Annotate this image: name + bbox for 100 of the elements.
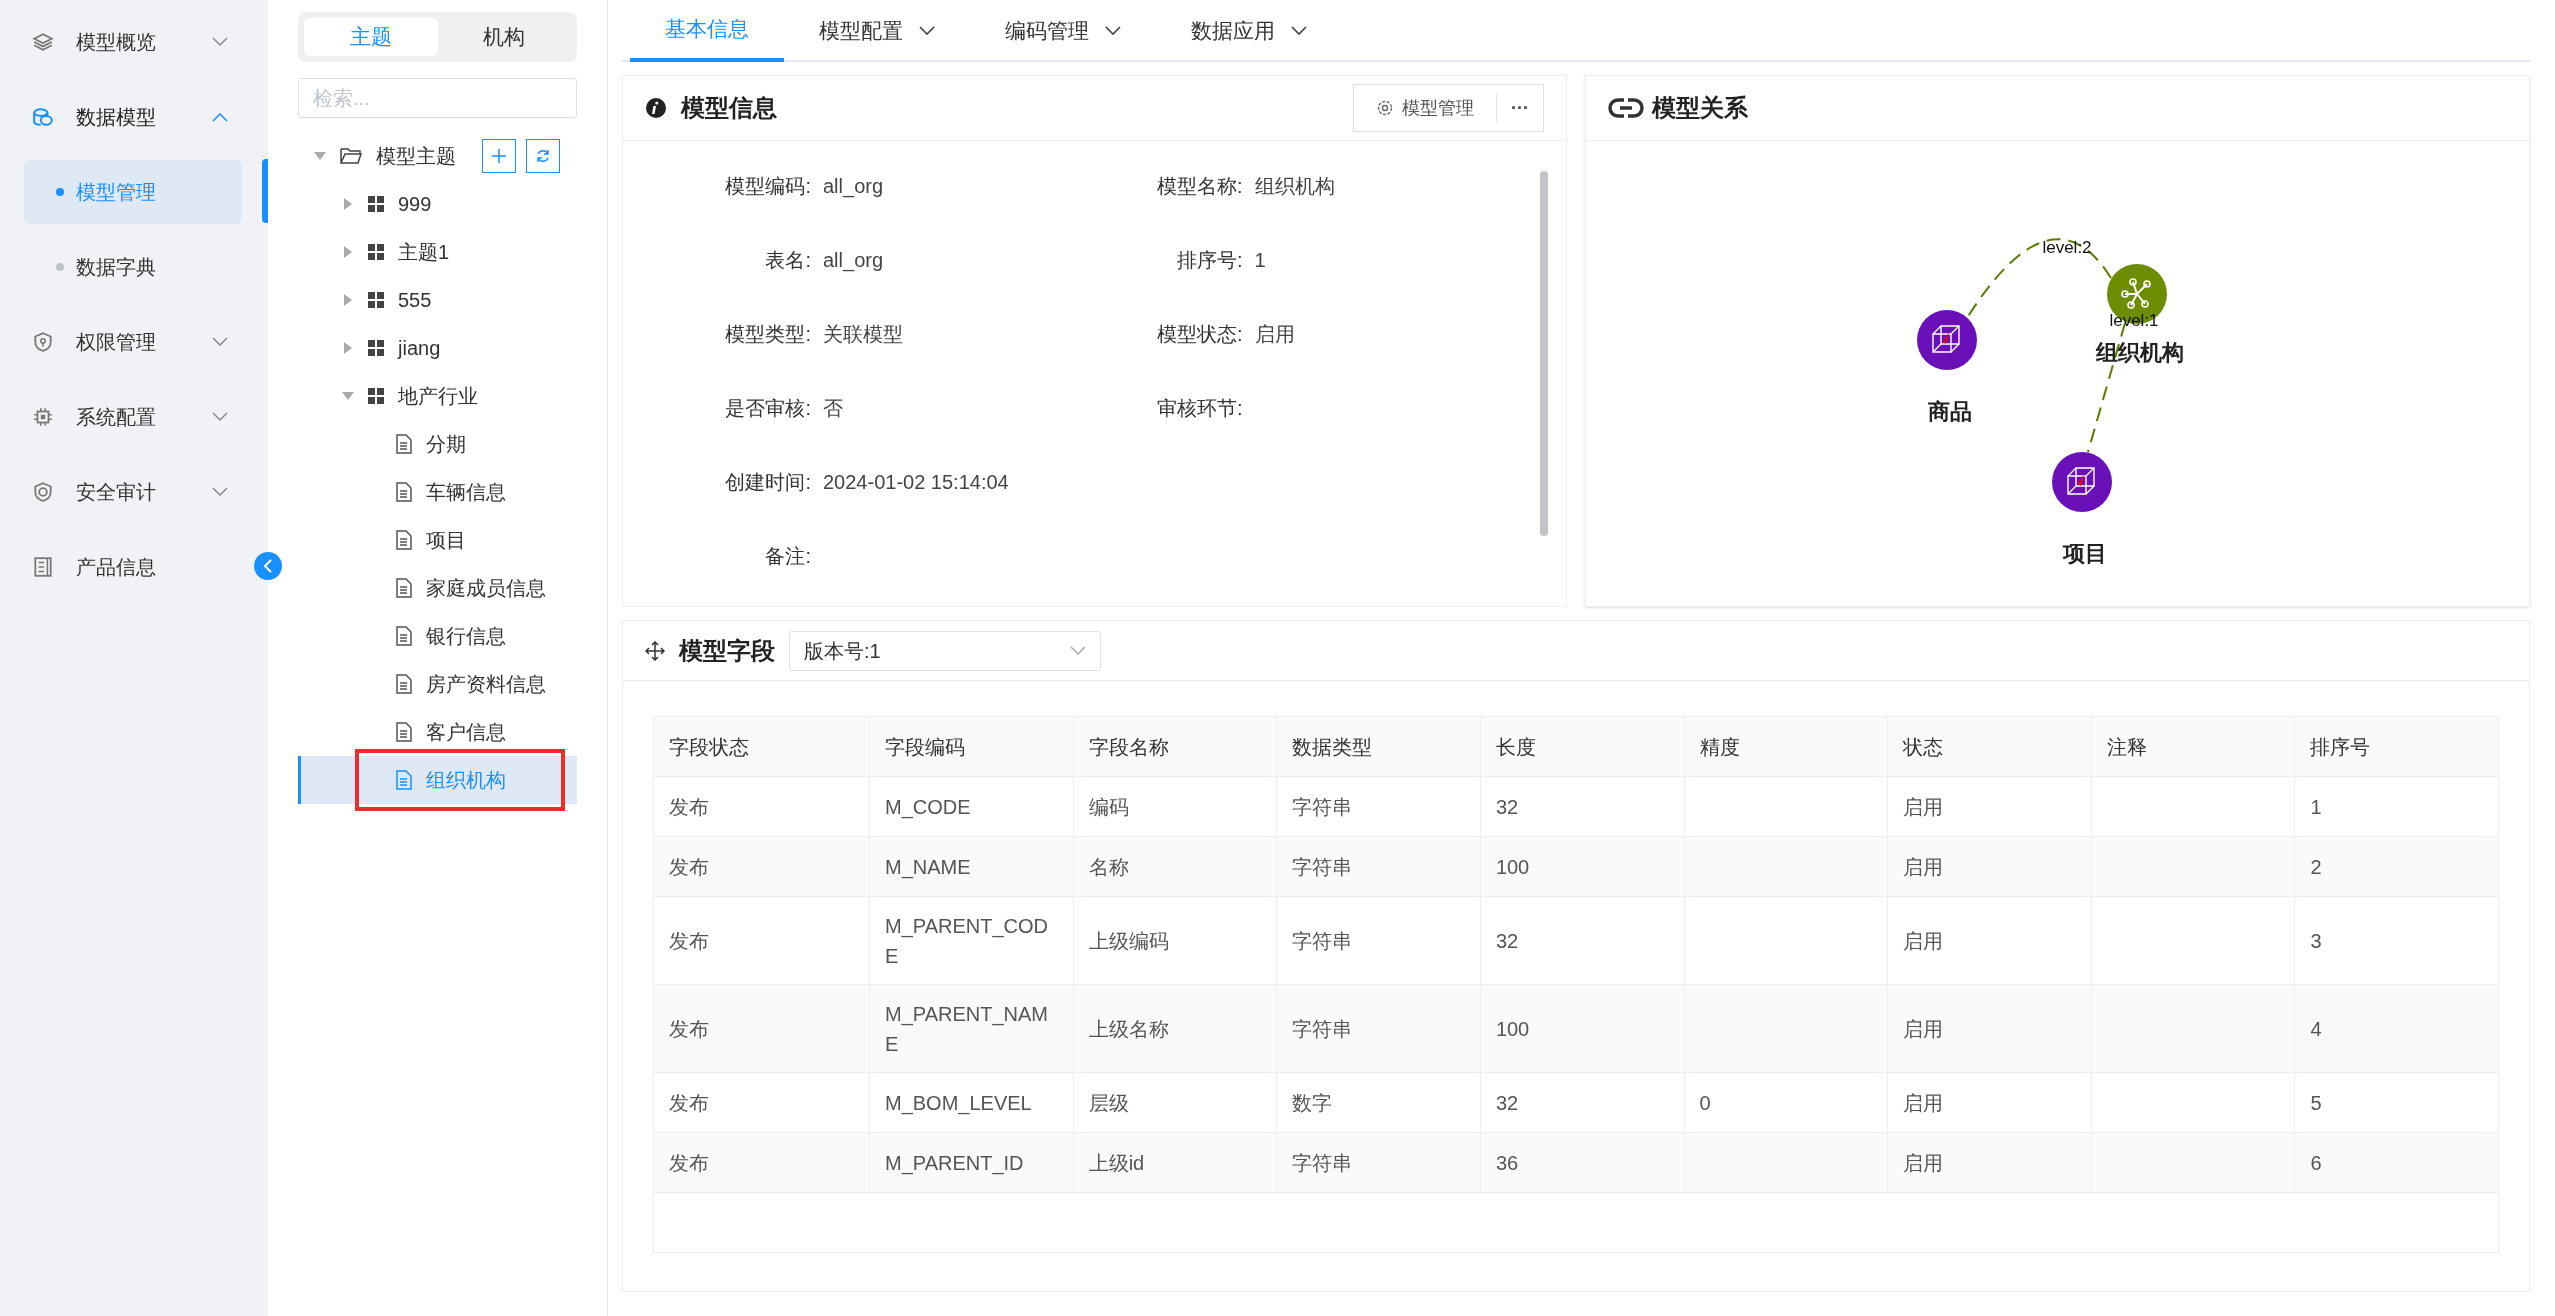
tree-item[interactable]: 车辆信息 xyxy=(298,468,577,516)
sidebar-item[interactable]: 产品信息 xyxy=(0,529,268,604)
submenu-item[interactable]: 数据字典 xyxy=(24,234,242,299)
plus-icon xyxy=(491,148,507,164)
table-cell-text: 层级 xyxy=(1088,1090,1129,1116)
table-cell-text: 发布 xyxy=(669,794,709,820)
tree-item[interactable]: 分期 xyxy=(298,420,577,468)
table-cell-text: 启用 xyxy=(1903,1090,1944,1116)
table-cell-text: 字符串 xyxy=(1292,1016,1353,1042)
document-icon xyxy=(396,722,412,742)
tab[interactable]: 编码管理 xyxy=(970,0,1156,62)
sidebar-item[interactable]: 数据模型 xyxy=(0,79,268,154)
search-field[interactable]: 检索... xyxy=(298,78,577,118)
shield-icon xyxy=(32,330,54,353)
table-cell-text: 32 xyxy=(1495,794,1519,820)
column-header: 数据类型 xyxy=(1292,734,1373,760)
table-cell-text: M_NAME xyxy=(885,854,971,881)
sidebar-item[interactable]: 安全审计 xyxy=(0,454,268,529)
field-label: 表名: xyxy=(765,249,811,271)
table-cell-text: 名称 xyxy=(1088,854,1129,880)
table-cell-text: 启用 xyxy=(1903,1016,1944,1042)
column-header: 字段状态 xyxy=(669,734,749,760)
tab[interactable]: 数据应用 xyxy=(1156,0,1342,62)
add-button[interactable] xyxy=(482,139,516,173)
tree-item[interactable]: 地产行业 xyxy=(298,372,577,420)
sidebar-item[interactable]: 系统配置 xyxy=(0,379,268,454)
field-label: 模型编码: xyxy=(725,175,811,197)
tree-item[interactable]: 房产资料信息 xyxy=(298,660,577,708)
node-label: 项目 xyxy=(2063,540,2107,568)
field-label: 排序号: xyxy=(1176,249,1243,271)
document-icon xyxy=(396,578,412,598)
table-cell-text: 5 xyxy=(2310,1090,2322,1116)
cube-node-icon[interactable] xyxy=(2052,452,2112,512)
refresh-button[interactable] xyxy=(526,139,560,173)
expanded-arrow-icon[interactable] xyxy=(342,390,354,402)
table-cell-text: 6 xyxy=(2310,1150,2322,1176)
field-value: all_org xyxy=(823,248,884,274)
info-icon xyxy=(645,97,667,119)
tree-item[interactable]: 555 xyxy=(298,276,577,324)
table-cell-text: 4 xyxy=(2310,1016,2322,1042)
version-select[interactable]: 版本号:1 xyxy=(789,630,1101,671)
table-cell-text: 发布 xyxy=(669,1016,709,1042)
collapse-button[interactable] xyxy=(254,552,282,580)
scrollbar[interactable] xyxy=(1540,171,1548,536)
grid-icon xyxy=(368,292,384,308)
sidebar-item[interactable]: 权限管理 xyxy=(0,304,268,379)
table-cell-text: 编码 xyxy=(1088,794,1129,820)
card-title: 模型字段 xyxy=(679,635,775,666)
node-label: 商品 xyxy=(1928,398,1972,426)
field-label: 创建时间: xyxy=(725,471,811,493)
cube-node-icon[interactable] xyxy=(1917,310,1977,370)
tab[interactable]: 模型配置 xyxy=(784,0,970,62)
document-icon xyxy=(396,626,412,646)
tree-item[interactable]: 银行信息 xyxy=(298,612,577,660)
tree-item[interactable]: jiang xyxy=(298,324,577,372)
collapsed-arrow-icon[interactable] xyxy=(342,294,354,306)
model-manage-button[interactable]: 模型管理 xyxy=(1354,85,1496,131)
table-cell-text: 100 xyxy=(1495,1016,1530,1042)
chevron-down-icon xyxy=(212,486,228,497)
table-cell-text: 字符串 xyxy=(1292,854,1353,880)
table-cell-text: 36 xyxy=(1495,1150,1519,1176)
collapsed-arrow-icon[interactable] xyxy=(342,342,354,354)
tree-item[interactable]: 客户信息 xyxy=(298,708,577,756)
collapsed-arrow-icon[interactable] xyxy=(342,198,354,210)
more-button[interactable]: ··· xyxy=(1497,85,1543,131)
collapsed-arrow-icon[interactable] xyxy=(342,246,354,258)
active-indicator xyxy=(262,159,268,223)
column-header: 字段名称 xyxy=(1088,734,1169,760)
tree-item[interactable]: 项目 xyxy=(298,516,577,564)
field-value: 关联模型 xyxy=(823,322,903,347)
column-header: 状态 xyxy=(1903,734,1944,760)
table-cell-text: 1 xyxy=(2310,794,2322,820)
shield-icon xyxy=(32,480,54,503)
sidebar-item[interactable]: 模型概览 xyxy=(0,4,268,79)
column-header: 排序号 xyxy=(2310,734,2371,760)
search-input[interactable]: 检索... xyxy=(313,83,578,113)
expanded-arrow-icon[interactable] xyxy=(314,150,326,162)
tab[interactable]: 机构 xyxy=(437,18,571,56)
card-title: 模型信息 xyxy=(681,93,777,123)
tree-item[interactable]: 模型主题 xyxy=(298,132,577,180)
table-cell-text: 字符串 xyxy=(1292,928,1353,954)
table-cell-text: M_PARENT_ID xyxy=(885,1150,1024,1177)
tree-item[interactable]: 999 xyxy=(298,180,577,228)
field-value: all_org xyxy=(823,174,884,200)
table-cell-text: 发布 xyxy=(669,854,709,880)
table-cell-text: 数字 xyxy=(1292,1090,1333,1116)
chip-icon xyxy=(32,405,54,428)
document-icon xyxy=(396,530,412,550)
table-cell-text: 启用 xyxy=(1903,854,1944,880)
table-cell-text: 启用 xyxy=(1903,928,1944,954)
column-header: 精度 xyxy=(1699,734,1740,760)
field-value: 2024-01-02 15:14:04 xyxy=(823,470,1009,495)
edge-label: level:2 xyxy=(2042,237,2092,259)
table-cell-text: 上级id xyxy=(1088,1150,1145,1176)
tree-item[interactable]: 家庭成员信息 xyxy=(298,564,577,612)
tree-item[interactable]: 主题1 xyxy=(298,228,577,276)
table-cell-text: 上级名称 xyxy=(1088,1016,1169,1042)
table-cell-text: 上级编码 xyxy=(1088,928,1169,954)
database-icon xyxy=(32,105,54,128)
chevron-down-icon xyxy=(212,336,228,347)
